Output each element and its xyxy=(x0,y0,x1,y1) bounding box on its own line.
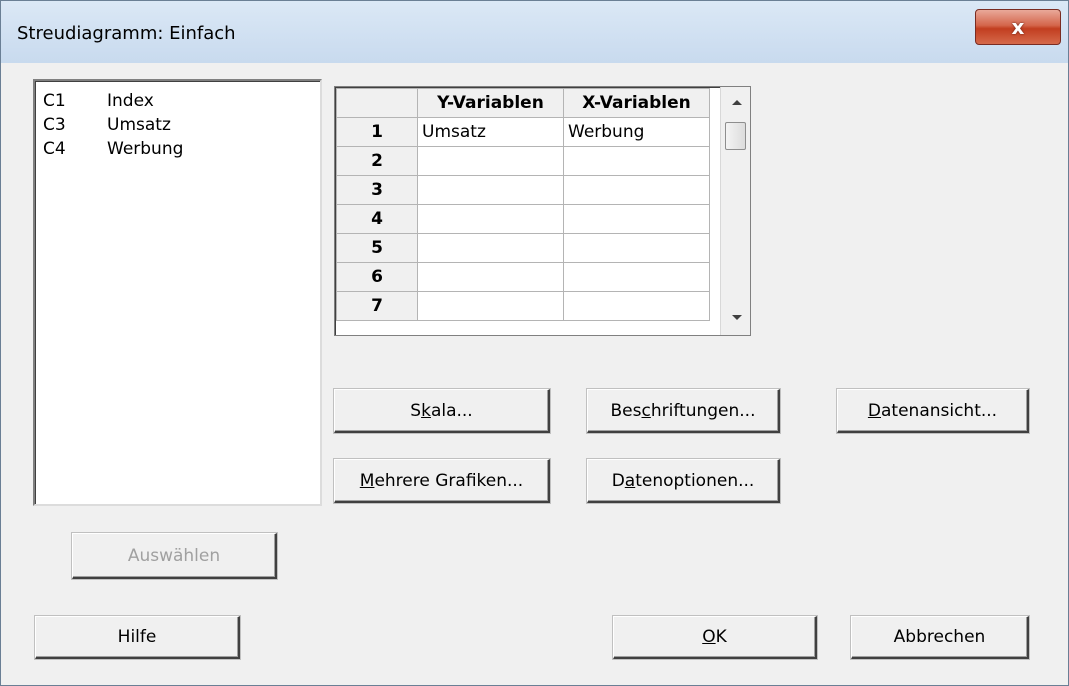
row-number: 4 xyxy=(336,204,418,234)
y-variable-cell[interactable] xyxy=(417,233,564,263)
scroll-thumb[interactable] xyxy=(725,122,746,150)
row-number: 5 xyxy=(336,233,418,263)
scroll-up-icon[interactable] xyxy=(732,100,742,105)
variable-item[interactable]: C3 Umsatz xyxy=(35,113,320,137)
grid-corner-header xyxy=(336,88,418,118)
button-label-part: ala... xyxy=(430,400,473,421)
variable-item[interactable]: C1 Index xyxy=(35,89,320,113)
button-label-part: hriftungen... xyxy=(650,400,756,421)
x-variables-header: X-Variablen xyxy=(563,88,710,118)
grid-row: 3 xyxy=(336,175,710,205)
scale-button[interactable]: Sk ala... xyxy=(334,389,550,433)
y-variable-cell[interactable] xyxy=(417,262,564,292)
button-label-part: atenansicht... xyxy=(881,400,998,421)
grid-row: 5 xyxy=(336,233,710,263)
y-variable-cell[interactable] xyxy=(417,204,564,234)
variable-column-id: C1 xyxy=(43,91,66,111)
button-label-part: Bes xyxy=(610,400,642,421)
button-label-accelerator: M xyxy=(359,470,375,491)
dialog-window: Streudiagramm: Einfach x C1 Index C3 Ums… xyxy=(0,0,1069,686)
data-view-button[interactable]: Datenansicht... xyxy=(837,389,1029,433)
button-label-accelerator: a xyxy=(624,470,636,491)
grid-row: 1 Umsatz Werbung xyxy=(336,117,710,147)
x-variable-cell[interactable] xyxy=(563,262,710,292)
row-number: 7 xyxy=(336,291,418,321)
grid-row: 6 xyxy=(336,262,710,292)
button-label-accelerator: k xyxy=(421,400,431,421)
variable-column-id: C4 xyxy=(43,139,66,159)
grid-row: 7 xyxy=(336,291,710,321)
labels-button[interactable]: Bes c hriftungen... xyxy=(587,389,780,433)
cancel-button[interactable]: Abbrechen xyxy=(851,616,1029,659)
x-variable-cell[interactable] xyxy=(563,146,710,176)
grid-row: 2 xyxy=(336,146,710,176)
variable-name: Index xyxy=(107,91,154,111)
row-number: 3 xyxy=(336,175,418,205)
button-label-part: tenoptionen... xyxy=(635,470,755,491)
x-variable-cell[interactable] xyxy=(563,291,710,321)
button-label-part: S xyxy=(410,400,422,421)
grid-scrollbar[interactable] xyxy=(720,87,750,335)
y-variable-cell[interactable] xyxy=(417,146,564,176)
row-number: 6 xyxy=(336,262,418,292)
x-variable-cell[interactable]: Werbung xyxy=(563,117,710,147)
variable-column-id: C3 xyxy=(43,115,66,135)
x-variable-cell[interactable] xyxy=(563,204,710,234)
variables-table: Y-Variablen X-Variablen 1 Umsatz Werbung… xyxy=(336,88,710,321)
variables-grid: Y-Variablen X-Variablen 1 Umsatz Werbung… xyxy=(334,86,751,336)
grid-row: 4 xyxy=(336,204,710,234)
button-label-part: K xyxy=(715,627,727,647)
title-bar: Streudiagramm: Einfach x xyxy=(1,1,1068,63)
close-icon: x xyxy=(1011,15,1025,39)
ok-button[interactable]: OK xyxy=(613,616,817,659)
scroll-down-icon[interactable] xyxy=(732,315,742,320)
close-button[interactable]: x xyxy=(975,9,1061,45)
button-label-part: D xyxy=(611,470,625,491)
button-label-accelerator: c xyxy=(641,400,651,421)
help-button[interactable]: Hilfe xyxy=(35,616,240,659)
variable-name: Werbung xyxy=(107,139,184,159)
y-variables-header: Y-Variablen xyxy=(417,88,564,118)
x-variable-cell[interactable] xyxy=(563,233,710,263)
row-number: 1 xyxy=(336,117,418,147)
dialog-content: C1 Index C3 Umsatz C4 Werbung Y-Variable… xyxy=(9,63,1062,680)
y-variable-cell[interactable] xyxy=(417,175,564,205)
x-variable-cell[interactable] xyxy=(563,175,710,205)
y-variable-cell[interactable]: Umsatz xyxy=(417,117,564,147)
variable-item[interactable]: C4 Werbung xyxy=(35,137,320,161)
row-number: 2 xyxy=(336,146,418,176)
multiple-graphs-button[interactable]: Mehrere Grafiken... xyxy=(334,459,550,503)
button-label-accelerator: D xyxy=(867,400,881,421)
variable-name: Umsatz xyxy=(107,115,171,135)
variable-list[interactable]: C1 Index C3 Umsatz C4 Werbung xyxy=(33,79,322,506)
button-label-part: ehrere Grafiken... xyxy=(374,470,524,491)
data-options-button[interactable]: Da tenoptionen... xyxy=(587,459,780,503)
select-button[interactable]: Auswählen xyxy=(72,533,277,579)
y-variable-cell[interactable] xyxy=(417,291,564,321)
button-label-accelerator: O xyxy=(702,627,716,647)
window-title: Streudiagramm: Einfach xyxy=(17,23,236,44)
